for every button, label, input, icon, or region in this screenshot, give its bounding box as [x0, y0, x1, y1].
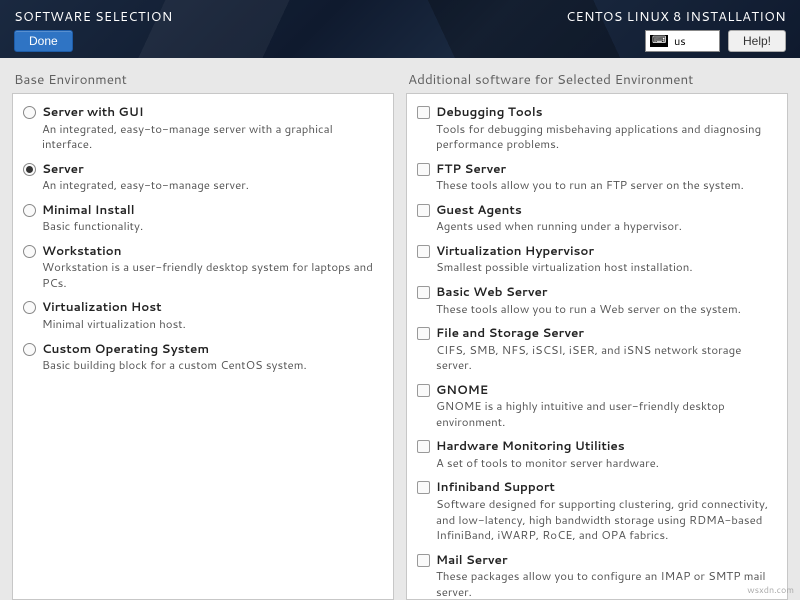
done-button[interactable]: Done: [14, 30, 73, 52]
base-env-option[interactable]: Minimal InstallBasic functionality.: [21, 198, 385, 239]
addon-list: Debugging ToolsTools for debugging misbe…: [406, 93, 788, 600]
option-desc: A set of tools to monitor server hardwar…: [436, 455, 777, 471]
option-name: Hardware Monitoring Utilities: [436, 438, 777, 454]
addon-option[interactable]: Infiniband SupportSoftware designed for …: [415, 475, 779, 547]
option-desc: An integrated, easy-to-manage server.: [42, 177, 383, 193]
keyboard-layout-label: us: [674, 33, 686, 49]
option-name: Minimal Install: [42, 202, 383, 218]
addon-option[interactable]: Hardware Monitoring UtilitiesA set of to…: [415, 434, 779, 475]
option-name: Custom Operating System: [42, 341, 383, 357]
option-desc: Smallest possible virtualization host in…: [436, 259, 777, 275]
addon-option[interactable]: Virtualization HypervisorSmallest possib…: [415, 239, 779, 280]
watermark: wsxdn.com: [747, 583, 794, 596]
checkbox-icon[interactable]: [417, 481, 430, 494]
radio-icon[interactable]: [23, 163, 36, 176]
base-env-option[interactable]: ServerAn integrated, easy-to-manage serv…: [21, 157, 385, 198]
option-desc: These tools allow you to run a Web serve…: [436, 301, 777, 317]
option-name: Workstation: [42, 243, 383, 259]
keyboard-layout-selector[interactable]: us: [645, 30, 720, 52]
option-name: Mail Server: [436, 552, 777, 568]
option-desc: An integrated, easy-to-manage server wit…: [42, 121, 383, 152]
addon-option[interactable]: Guest AgentsAgents used when running und…: [415, 198, 779, 239]
addon-option[interactable]: Mail ServerThese packages allow you to c…: [415, 548, 779, 600]
radio-icon[interactable]: [23, 245, 36, 258]
option-desc: Basic functionality.: [42, 218, 383, 234]
addon-option[interactable]: FTP ServerThese tools allow you to run a…: [415, 157, 779, 198]
checkbox-icon[interactable]: [417, 286, 430, 299]
checkbox-icon[interactable]: [417, 106, 430, 119]
base-env-option[interactable]: Server with GUIAn integrated, easy-to-ma…: [21, 100, 385, 157]
content-area: Base Environment Server with GUIAn integ…: [0, 58, 800, 600]
addon-option[interactable]: File and Storage ServerCIFS, SMB, NFS, i…: [415, 321, 779, 378]
checkbox-icon[interactable]: [417, 245, 430, 258]
checkbox-icon[interactable]: [417, 163, 430, 176]
installer-title: CENTOS LINUX 8 INSTALLATION: [566, 8, 786, 26]
option-desc: Minimal virtualization host.: [42, 316, 383, 332]
radio-icon[interactable]: [23, 204, 36, 217]
base-env-option[interactable]: Custom Operating SystemBasic building bl…: [21, 337, 385, 378]
checkbox-icon[interactable]: [417, 384, 430, 397]
addon-option[interactable]: Basic Web ServerThese tools allow you to…: [415, 280, 779, 321]
radio-icon[interactable]: [23, 343, 36, 356]
option-name: Debugging Tools: [436, 104, 777, 120]
addon-heading: Additional software for Selected Environ…: [406, 70, 788, 93]
option-desc: Agents used when running under a hypervi…: [436, 218, 777, 234]
option-desc: Workstation is a user-friendly desktop s…: [42, 259, 383, 290]
option-name: Infiniband Support: [436, 479, 777, 495]
base-env-option[interactable]: Virtualization HostMinimal virtualizatio…: [21, 295, 385, 336]
checkbox-icon[interactable]: [417, 327, 430, 340]
option-name: GNOME: [436, 382, 777, 398]
radio-icon[interactable]: [23, 106, 36, 119]
help-button[interactable]: Help!: [728, 30, 786, 52]
option-name: Virtualization Hypervisor: [436, 243, 777, 259]
option-name: FTP Server: [436, 161, 777, 177]
keyboard-icon: [650, 35, 668, 47]
addon-option[interactable]: Debugging ToolsTools for debugging misbe…: [415, 100, 779, 157]
checkbox-icon[interactable]: [417, 204, 430, 217]
option-name: Server: [42, 161, 383, 177]
header-bar: SOFTWARE SELECTION Done CENTOS LINUX 8 I…: [0, 0, 800, 58]
checkbox-icon[interactable]: [417, 554, 430, 567]
base-environment-heading: Base Environment: [12, 70, 394, 93]
addon-option[interactable]: GNOMEGNOME is a highly intuitive and use…: [415, 378, 779, 435]
option-name: File and Storage Server: [436, 325, 777, 341]
option-name: Basic Web Server: [436, 284, 777, 300]
option-name: Guest Agents: [436, 202, 777, 218]
option-desc: GNOME is a highly intuitive and user-fri…: [436, 398, 777, 429]
option-name: Virtualization Host: [42, 299, 383, 315]
radio-icon[interactable]: [23, 301, 36, 314]
base-environment-list: Server with GUIAn integrated, easy-to-ma…: [12, 93, 394, 600]
option-desc: Tools for debugging misbehaving applicat…: [436, 121, 777, 152]
page-title: SOFTWARE SELECTION: [14, 8, 173, 26]
option-desc: These tools allow you to run an FTP serv…: [436, 177, 777, 193]
option-desc: Software designed for supporting cluster…: [436, 496, 777, 543]
option-desc: These packages allow you to configure an…: [436, 568, 777, 599]
option-desc: CIFS, SMB, NFS, iSCSI, iSER, and iSNS ne…: [436, 342, 777, 373]
option-desc: Basic building block for a custom CentOS…: [42, 357, 383, 373]
option-name: Server with GUI: [42, 104, 383, 120]
checkbox-icon[interactable]: [417, 440, 430, 453]
base-env-option[interactable]: WorkstationWorkstation is a user-friendl…: [21, 239, 385, 296]
